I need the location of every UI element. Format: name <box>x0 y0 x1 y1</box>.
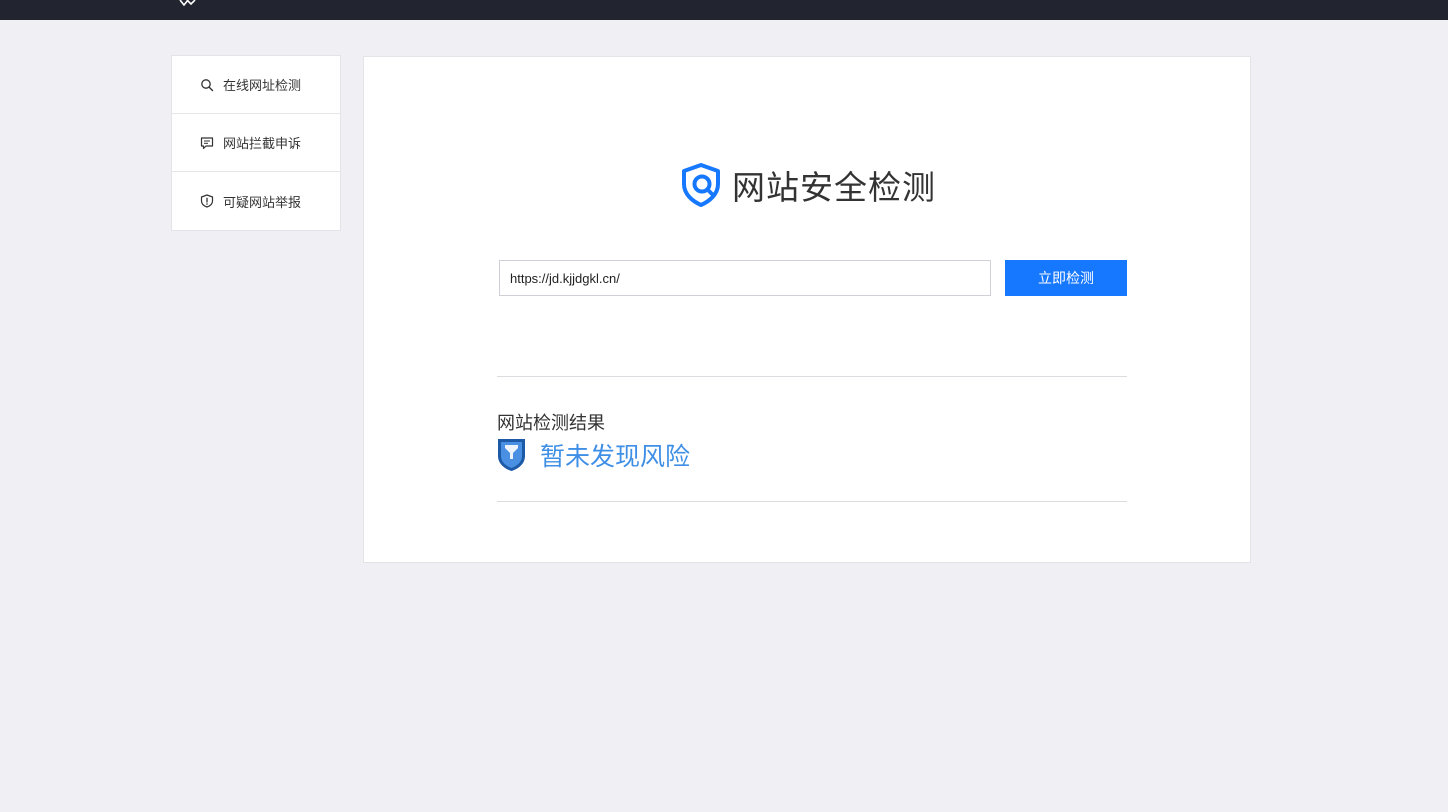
shield-alert-icon <box>200 194 214 208</box>
sidebar-item-label: 在线网址检测 <box>223 79 302 94</box>
message-icon <box>200 136 214 150</box>
detection-panel: 网站安全检测 立即检测 网站检测结果 暂未发现风险 <box>363 56 1251 563</box>
result-divider-bottom <box>497 501 1127 502</box>
result-heading: 网站检测结果 <box>497 413 605 434</box>
logo-icon[interactable] <box>178 0 198 6</box>
sidebar-item-block-appeal[interactable]: 网站拦截申诉 <box>172 114 340 172</box>
page-title-text: 网站安全检测 <box>732 168 936 207</box>
safe-shield-icon <box>498 439 525 471</box>
check-now-button[interactable]: 立即检测 <box>1005 260 1127 296</box>
sidebar-item-label: 网站拦截申诉 <box>223 137 302 152</box>
sidebar-menu: 在线网址检测 网站拦截申诉 可疑网站举报 <box>171 55 341 231</box>
top-navigation-bar <box>0 0 1448 20</box>
sidebar-item-label: 可疑网站举报 <box>223 195 302 211</box>
search-icon <box>200 78 214 92</box>
result-status-row: 暂未发现风险 <box>497 437 690 473</box>
sidebar-item-url-check[interactable]: 在线网址检测 <box>172 56 340 114</box>
result-divider-top <box>497 376 1127 377</box>
sidebar-item-suspicious-report[interactable]: 可疑网站举报 <box>172 172 340 230</box>
shield-search-icon <box>682 163 720 207</box>
url-input[interactable] <box>499 260 991 296</box>
result-status-text: 暂未发现风险 <box>540 442 691 471</box>
page-title: 网站安全检测 <box>678 161 936 209</box>
